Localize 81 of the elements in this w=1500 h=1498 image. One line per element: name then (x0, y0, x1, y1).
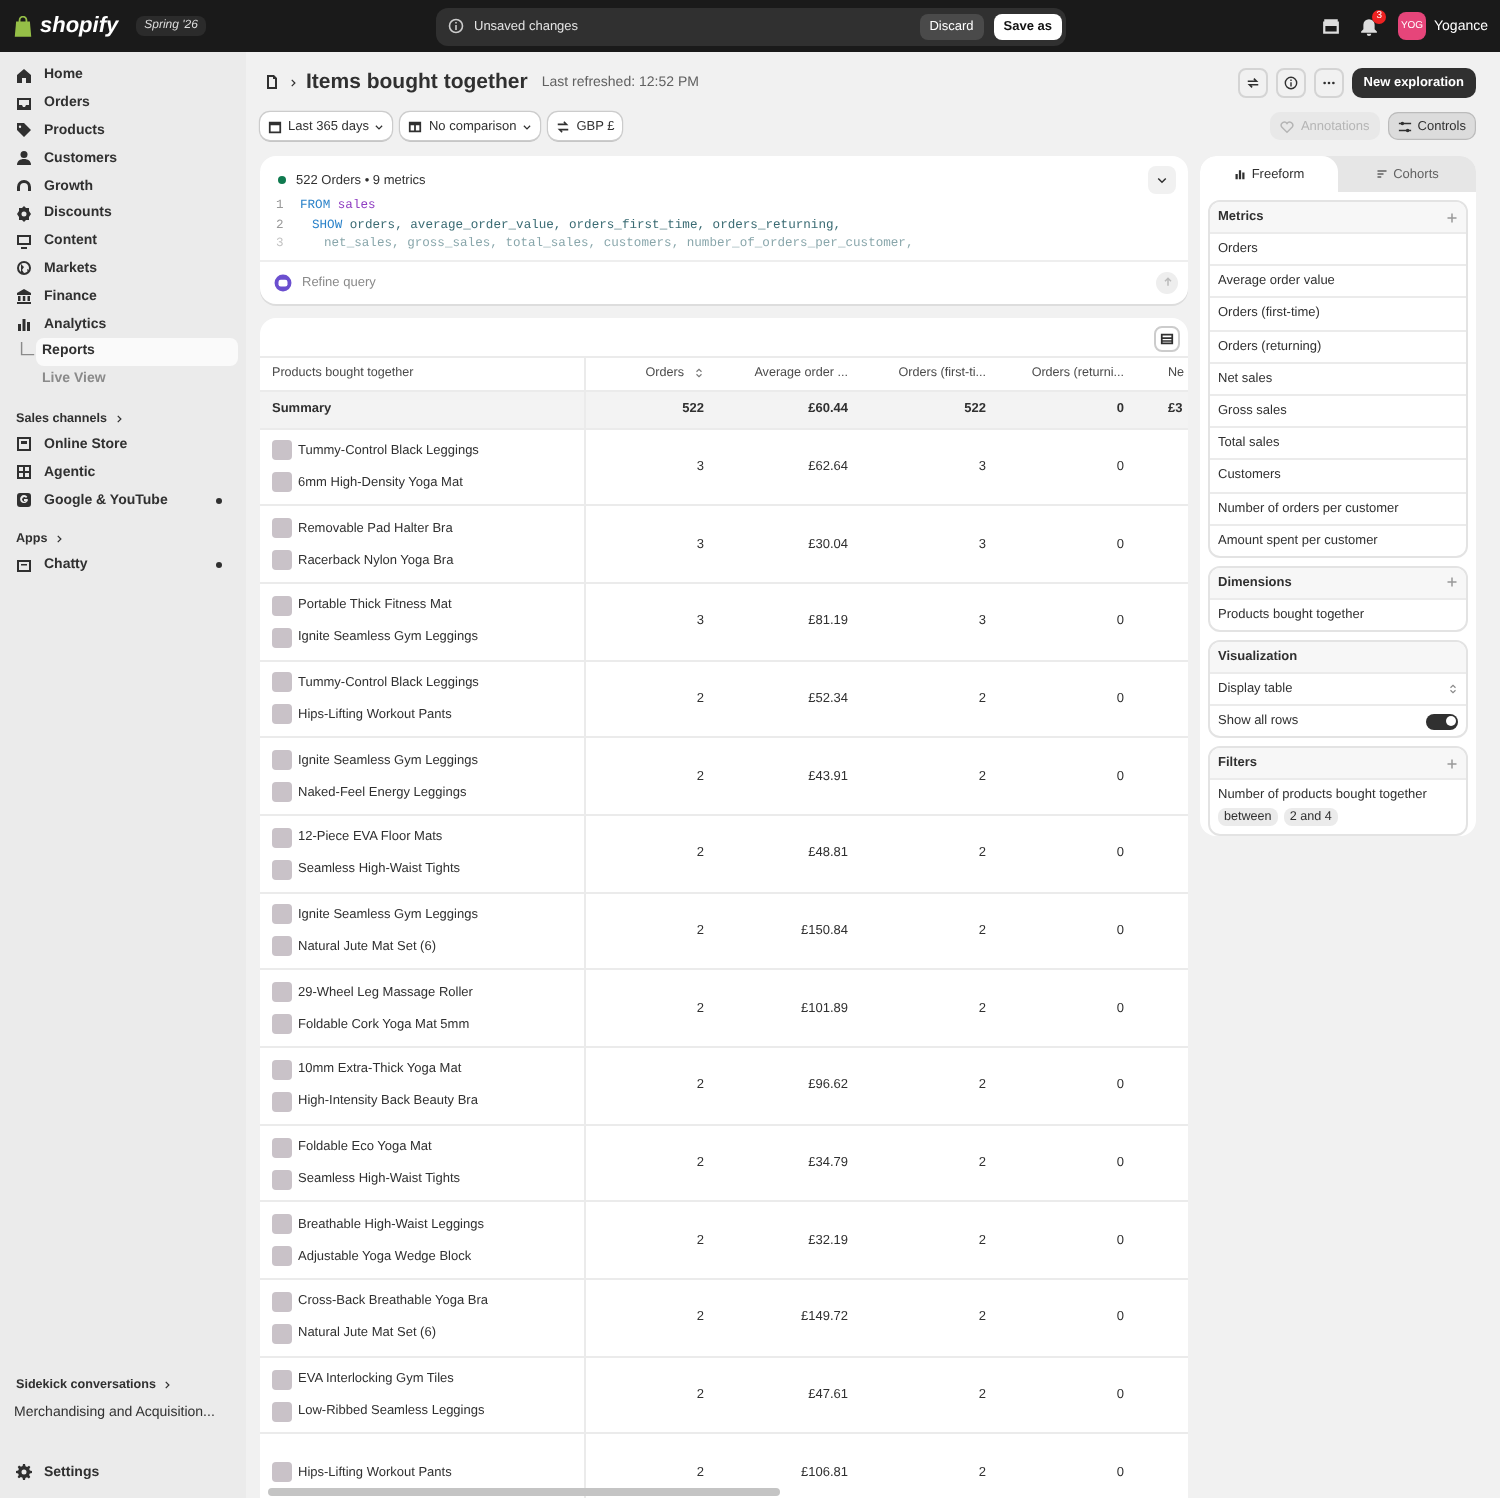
caret-down-icon (522, 121, 533, 131)
table-icon (1160, 331, 1174, 345)
product-thumbnail (272, 1059, 292, 1080)
product-thumbnail (272, 1169, 292, 1190)
gauge-icon (16, 178, 32, 195)
product-thumbnail (272, 1291, 292, 1312)
product-thumbnail (272, 1091, 292, 1112)
product-thumbnail (272, 1369, 292, 1390)
globe-icon (16, 260, 32, 277)
product-thumbnail (272, 1137, 292, 1158)
product-thumbnail (272, 440, 292, 461)
gear-icon (16, 1464, 32, 1481)
tag-icon (16, 122, 32, 139)
refresh-button[interactable] (1237, 67, 1268, 97)
currency-icon (556, 119, 571, 133)
plus-icon[interactable] (1446, 211, 1458, 223)
chevron-right-icon (53, 533, 64, 544)
calendar-icon (268, 119, 282, 133)
tray-icon (16, 95, 32, 112)
chevron-right-icon (162, 1380, 172, 1391)
chevron-right-icon (288, 77, 298, 87)
bar-chart-icon (1233, 168, 1246, 180)
logo-text[interactable]: shopify (40, 14, 119, 38)
lines-icon (1375, 168, 1388, 180)
product-thumbnail (272, 472, 292, 493)
badge-icon (16, 205, 32, 222)
product-thumbnail (272, 1246, 292, 1267)
grid-icon (16, 464, 32, 481)
arrow-up-icon (1161, 276, 1173, 288)
bar-chart-icon (16, 316, 32, 333)
select-arrows-icon (1448, 682, 1458, 697)
product-thumbnail (272, 518, 292, 539)
bank-icon (16, 288, 32, 305)
letter-g-icon (16, 492, 32, 509)
info-icon (1283, 75, 1298, 89)
connector-line (18, 342, 36, 361)
document-icon (264, 74, 280, 90)
product-thumbnail (272, 1401, 292, 1422)
product-thumbnail (272, 750, 292, 771)
status-dot (278, 176, 286, 184)
plus-icon[interactable] (1446, 576, 1458, 589)
chevron-down-icon (1156, 174, 1168, 186)
collapse-button[interactable] (1148, 166, 1176, 194)
product-thumbnail (272, 982, 292, 1003)
product-thumbnail (272, 859, 292, 880)
table-view-button[interactable] (1154, 325, 1180, 351)
storefront-icon (16, 436, 32, 453)
product-thumbnail (272, 1014, 292, 1035)
product-thumbnail (272, 782, 292, 803)
bell-icon[interactable] (1360, 17, 1378, 35)
info-button[interactable] (1275, 67, 1306, 97)
product-thumbnail (272, 595, 292, 616)
product-thumbnail (272, 1214, 292, 1235)
product-thumbnail (272, 672, 292, 693)
compare-icon (408, 119, 423, 133)
product-thumbnail (272, 627, 292, 648)
house-icon (16, 67, 32, 84)
swap-arrows-icon (1245, 75, 1260, 89)
product-thumbnail (272, 904, 292, 925)
shop-icon[interactable] (1322, 17, 1340, 35)
page-title: Items bought together (306, 70, 528, 94)
product-thumbnail (272, 1462, 292, 1483)
caret-down-icon (374, 121, 385, 131)
assistant-icon (274, 273, 292, 291)
shopping-bag-icon (12, 15, 34, 37)
product-thumbnail (272, 827, 292, 848)
monitor-icon (16, 233, 32, 250)
product-thumbnail (272, 1323, 292, 1344)
product-thumbnail (272, 936, 292, 957)
chat-icon (16, 557, 32, 574)
heart-icon (1280, 119, 1295, 133)
plus-icon[interactable] (1446, 757, 1458, 770)
product-thumbnail (272, 704, 292, 725)
sort-icon[interactable] (694, 366, 704, 380)
horizontal-scrollbar[interactable] (268, 1488, 780, 1496)
info-icon (448, 18, 464, 34)
chevron-right-icon (113, 413, 124, 424)
product-thumbnail (272, 550, 292, 571)
toggle-switch[interactable] (1426, 713, 1458, 730)
person-icon (16, 150, 32, 167)
sliders-icon (1397, 119, 1412, 133)
